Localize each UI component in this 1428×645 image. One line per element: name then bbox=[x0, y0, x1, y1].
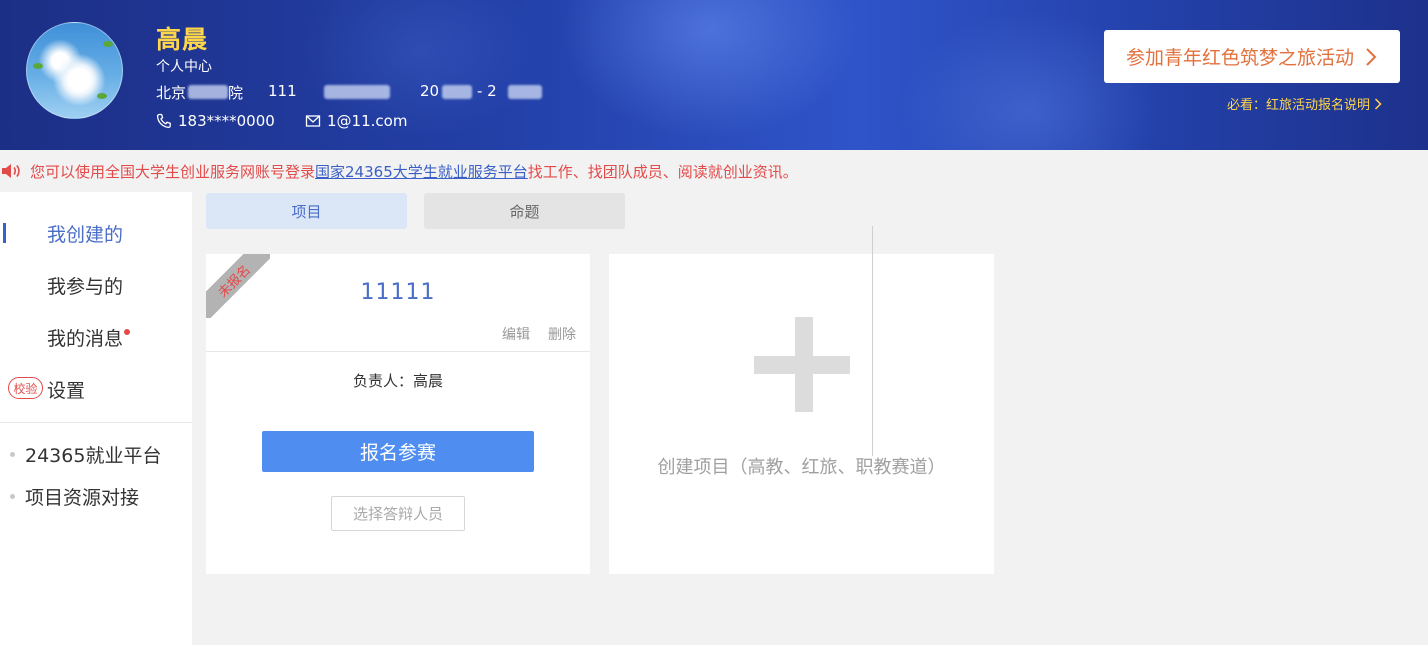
user-name: 高晨 bbox=[156, 25, 209, 54]
school-suffix: 院 bbox=[228, 84, 244, 102]
bullet-icon bbox=[10, 493, 15, 499]
redacted-block bbox=[324, 85, 390, 99]
sidebar-divider bbox=[0, 422, 192, 423]
project-card: 未报名 11111 编辑 删除 负责人：高晨 报名参赛 选择答辩人员 bbox=[206, 254, 590, 574]
notice-text-suffix: 找工作、找团队成员、阅读就创业资讯。 bbox=[527, 162, 798, 181]
leaf-decoration bbox=[97, 93, 107, 99]
redacted-block bbox=[188, 85, 228, 99]
active-indicator bbox=[3, 223, 6, 243]
project-owner: 负责人：高晨 bbox=[352, 372, 443, 390]
year-start: 20 bbox=[420, 82, 440, 100]
sidebar-link-resource-matching[interactable]: 项目资源对接 bbox=[10, 482, 139, 510]
chevron-right-icon bbox=[1374, 97, 1382, 110]
sidebar-link-label: 项目资源对接 bbox=[25, 486, 140, 509]
card-actions: 编辑 删除 bbox=[502, 324, 576, 344]
verify-badge: 校验 bbox=[8, 377, 43, 399]
project-title[interactable]: 11111 bbox=[206, 280, 590, 305]
leaf-decoration bbox=[103, 41, 113, 47]
bullet-icon bbox=[10, 451, 15, 457]
must-read-label: 必看：红旅活动报名说明 bbox=[1227, 98, 1371, 113]
personal-center-label: 个人中心 bbox=[156, 59, 212, 75]
sidebar-item-label: 设置 bbox=[47, 379, 86, 402]
student-code: 111 bbox=[268, 82, 297, 100]
edit-button[interactable]: 编辑 bbox=[502, 324, 530, 344]
create-project-card[interactable]: 创建项目（高教、红旅、职教赛道） bbox=[609, 254, 994, 574]
select-defense-members-button[interactable]: 选择答辩人员 bbox=[331, 496, 465, 531]
sidebar-link-label: 24365就业平台 bbox=[25, 444, 162, 467]
join-button-label: 参加青年红色筑梦之旅活动 bbox=[1125, 47, 1354, 69]
tab-topic[interactable]: 命题 bbox=[424, 193, 625, 229]
mail-icon bbox=[305, 115, 321, 127]
card-divider bbox=[206, 351, 590, 352]
sidebar-item-settings[interactable]: 校验 设置 bbox=[0, 369, 192, 409]
unread-dot bbox=[124, 328, 131, 335]
phone-number: 183****0000 bbox=[178, 112, 275, 130]
join-red-tour-button[interactable]: 参加青年红色筑梦之旅活动 bbox=[1104, 30, 1400, 83]
phone-contact: 183****0000 bbox=[156, 112, 275, 130]
avatar[interactable] bbox=[26, 22, 123, 119]
sidebar-item-label: 我创建的 bbox=[47, 223, 124, 246]
header-glow bbox=[560, 0, 860, 140]
leaf-decoration bbox=[33, 63, 43, 69]
speaker-icon bbox=[2, 164, 20, 178]
must-read-link[interactable]: 必看：红旅活动报名说明 bbox=[1227, 94, 1382, 113]
sidebar-item-label-wrap: 我的消息 bbox=[47, 324, 131, 351]
plus-icon-bar bbox=[754, 356, 850, 374]
sidebar-item-label: 我的消息 bbox=[47, 327, 124, 350]
sidebar-item-my-created[interactable]: 我创建的 bbox=[0, 213, 192, 253]
profile-header: 高晨 个人中心 北京 院 111 20 - 2 183****0000 1@11… bbox=[0, 0, 1428, 150]
sidebar: 我创建的 我参与的 我的消息 校验 设置 24365就业平台 项目资源对接 bbox=[0, 192, 192, 645]
email-address: 1@11.com bbox=[327, 112, 408, 130]
employment-platform-link[interactable]: 国家24365大学生就业服务平台 bbox=[315, 161, 528, 182]
notice-bar: 您可以使用全国大学生创业服务网账号登录 国家24365大学生就业服务平台 找工作… bbox=[0, 160, 798, 182]
vertical-guide-line bbox=[872, 226, 873, 456]
redacted-block bbox=[508, 85, 542, 99]
signup-button[interactable]: 报名参赛 bbox=[262, 431, 534, 472]
email-contact: 1@11.com bbox=[305, 112, 407, 130]
tab-project[interactable]: 项目 bbox=[206, 193, 407, 229]
delete-button[interactable]: 删除 bbox=[548, 324, 576, 344]
sidebar-item-my-messages[interactable]: 我的消息 bbox=[0, 317, 192, 357]
sidebar-item-my-joined[interactable]: 我参与的 bbox=[0, 265, 192, 305]
sidebar-link-24365-platform[interactable]: 24365就业平台 bbox=[10, 440, 161, 468]
notice-text-prefix: 您可以使用全国大学生创业服务网账号登录 bbox=[30, 162, 316, 181]
redacted-block bbox=[442, 85, 472, 99]
chevron-right-icon bbox=[1366, 47, 1377, 66]
school-prefix: 北京 bbox=[156, 84, 187, 102]
sidebar-item-label: 我参与的 bbox=[47, 275, 124, 298]
phone-icon bbox=[156, 113, 171, 129]
create-project-label: 创建项目（高教、红旅、职教赛道） bbox=[657, 457, 946, 478]
year-dash: - 2 bbox=[477, 82, 497, 100]
